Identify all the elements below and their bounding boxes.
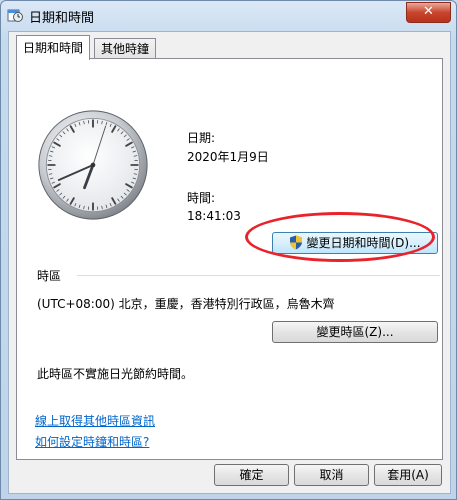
date-label: 日期: xyxy=(187,131,216,145)
close-button[interactable]: ✕ xyxy=(406,2,451,23)
how-to-set-clock-link[interactable]: 如何設定時鐘和時區? xyxy=(35,433,149,450)
tab-date-time[interactable]: 日期和時間 xyxy=(16,35,91,60)
change-timezone-button[interactable]: 變更時區(Z)... xyxy=(272,321,438,343)
dialog-client-area: 日期和時間 其他時鐘 日期: 2020年1月9日 時間: 18:41:03 變更… xyxy=(8,31,451,494)
window-title: 日期和時間 xyxy=(29,11,95,26)
ok-button[interactable]: 確定 xyxy=(214,464,289,486)
more-timezone-info-link[interactable]: 線上取得其他時區資訊 xyxy=(35,412,155,429)
time-label: 時間: xyxy=(187,191,216,205)
date-time-dialog: 日期和時間 ✕ 日期和時間 其他時鐘 日期: 2020年1月9日 時間: 18:… xyxy=(0,0,457,500)
date-time-app-icon xyxy=(7,9,23,22)
dst-note: 此時區不實施日光節約時間。 xyxy=(37,367,194,381)
tab-additional-clocks[interactable]: 其他時鐘 xyxy=(94,38,157,59)
apply-button[interactable]: 套用(A) xyxy=(374,464,442,486)
tab-panel-date-time: 日期: 2020年1月9日 時間: 18:41:03 變更日期和時間(D)...… xyxy=(16,58,443,460)
timezone-value: (UTC+08:00) 北京，重慶，香港特別行政區，烏魯木齊 xyxy=(37,297,335,311)
cancel-button[interactable]: 取消 xyxy=(294,464,369,486)
timezone-divider xyxy=(77,275,440,276)
analog-clock xyxy=(38,110,148,220)
date-value: 2020年1月9日 xyxy=(187,150,269,164)
time-value: 18:41:03 xyxy=(187,209,241,223)
red-highlight-oval xyxy=(245,212,435,262)
title-bar[interactable]: 日期和時間 ✕ xyxy=(1,1,456,29)
timezone-section-label: 時區 xyxy=(37,269,62,283)
